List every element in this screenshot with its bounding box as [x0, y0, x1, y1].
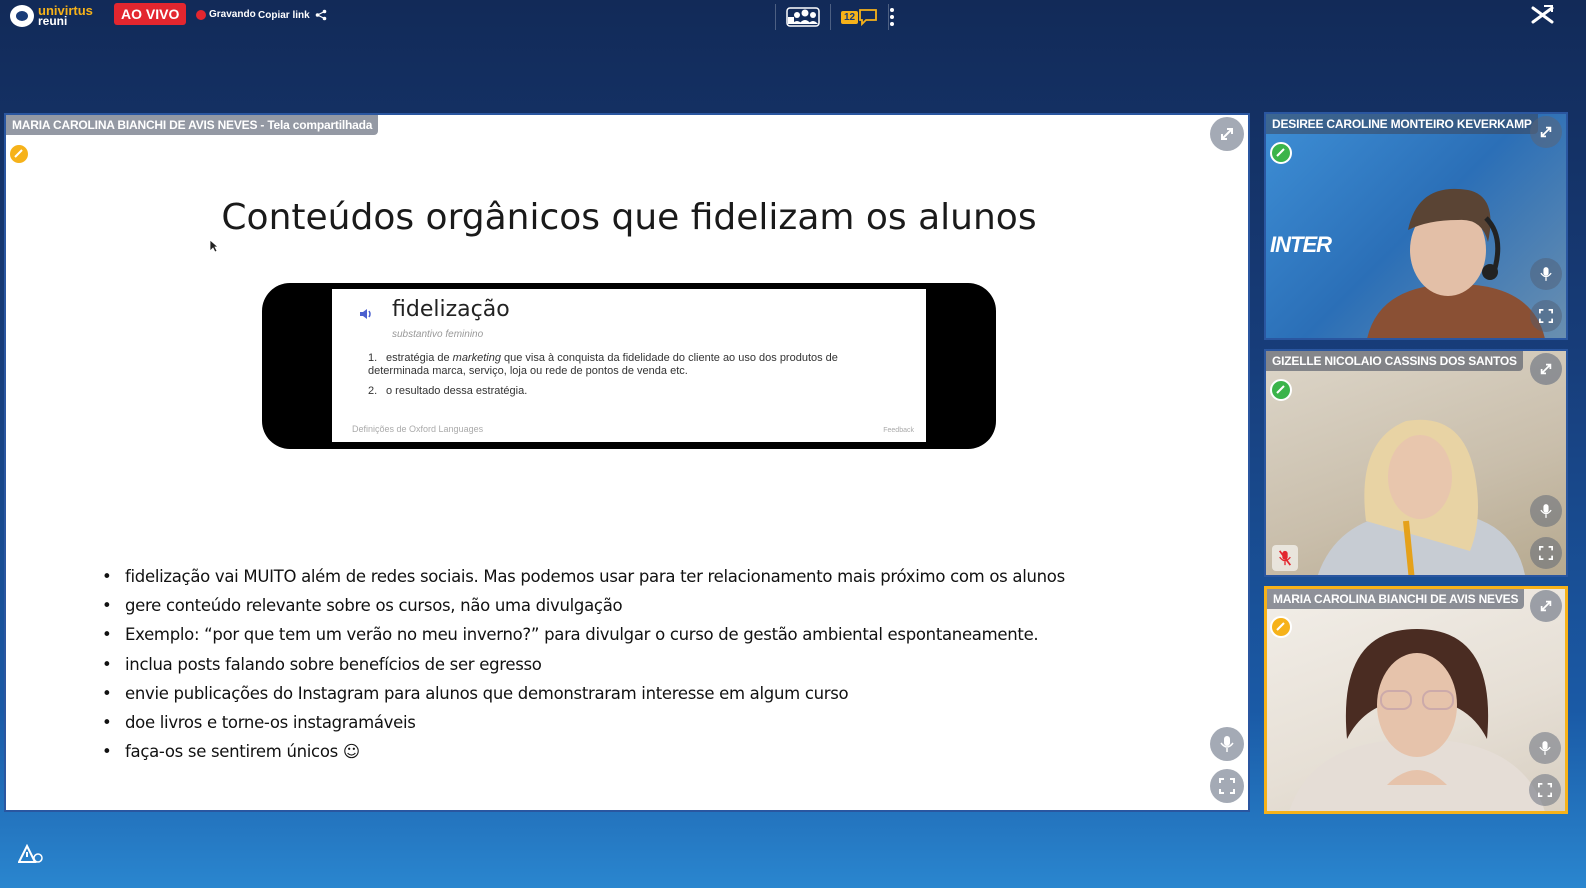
logo-chat-icon	[10, 5, 34, 27]
shared-screen-label: MARIA CAROLINA BIANCHI DE AVIS NEVES - T…	[6, 115, 379, 135]
copy-link-button[interactable]: Copiar link	[258, 9, 327, 21]
app-logo: univirtus reuni	[10, 4, 93, 28]
more-options-icon[interactable]	[890, 8, 894, 26]
leave-call-icon	[1531, 5, 1554, 24]
connection-warning-button[interactable]	[17, 843, 44, 869]
participant-tile-desiree[interactable]: INTER DESIREE CAROLINE MONTEIRO KEVERKAM…	[1264, 112, 1568, 340]
presenter-status-icon	[8, 143, 30, 165]
expand-button[interactable]	[1210, 117, 1244, 151]
fullscreen-icon	[1219, 778, 1235, 794]
participant-tile-gizelle[interactable]: GIZELLE NICOLAIO CASSINS DOS SANTOS	[1264, 349, 1568, 577]
expand-icon	[1540, 126, 1552, 138]
dictionary-feedback: Feedback	[883, 427, 914, 434]
dictionary-definition-2: 2. o resultado dessa estratégia.	[368, 385, 528, 397]
list-item: gere conteúdo relevante sobre os cursos,…	[102, 596, 1065, 625]
expand-button[interactable]	[1530, 116, 1562, 148]
expand-button[interactable]	[1530, 590, 1562, 622]
list-item: faça-os se sentirem únicos ☺	[102, 742, 1065, 771]
speaker-icon	[360, 309, 371, 319]
microphone-icon	[1539, 741, 1551, 755]
list-item: inclua posts falando sobre benefícios de…	[102, 655, 1065, 684]
participant-name: DESIREE CAROLINE MONTEIRO KEVERKAMP	[1266, 114, 1538, 134]
fullscreen-icon	[1539, 309, 1553, 323]
expand-icon	[1540, 363, 1552, 375]
expand-icon	[1540, 600, 1552, 612]
chat-count-badge: 12	[841, 10, 859, 24]
online-status-icon	[1270, 379, 1292, 401]
list-item: fidelização vai MUITO além de redes soci…	[102, 567, 1065, 596]
expand-icon	[1221, 128, 1233, 140]
slide-bullet-list: fidelização vai MUITO além de redes soci…	[102, 567, 1065, 771]
dictionary-word-type: substantivo feminino	[392, 329, 484, 340]
participant-name: GIZELLE NICOLAIO CASSINS DOS SANTOS	[1266, 351, 1523, 371]
participants-button[interactable]	[775, 4, 831, 30]
mic-button[interactable]	[1210, 727, 1244, 761]
list-item: envie publicações do Instagram para alun…	[102, 684, 1065, 713]
mic-button[interactable]	[1530, 495, 1562, 527]
fullscreen-icon	[1538, 783, 1552, 797]
dictionary-card: fidelização substantivo feminino 1. estra…	[332, 289, 926, 442]
microphone-icon	[1540, 504, 1552, 518]
recording-dot-icon	[196, 9, 206, 20]
microphone-icon	[1220, 736, 1234, 752]
warning-icon	[17, 843, 43, 863]
participants-icon	[786, 7, 820, 27]
participant-video-image	[1318, 419, 1525, 575]
recording-indicator: Gravando	[196, 9, 256, 20]
fullscreen-button[interactable]	[1529, 774, 1561, 806]
logo-text-reuni: reuni	[38, 14, 68, 28]
participant-name: MARIA CAROLINA BIANCHI DE AVIS NEVES	[1267, 589, 1525, 609]
muted-mic-icon	[1272, 545, 1298, 571]
shared-screen-tile: MARIA CAROLINA BIANCHI DE AVIS NEVES - T…	[4, 113, 1250, 812]
fullscreen-button[interactable]	[1530, 300, 1562, 332]
recording-label: Gravando	[209, 9, 256, 20]
mic-button[interactable]	[1530, 258, 1562, 290]
dictionary-source: Definições de Oxford Languages	[352, 424, 484, 434]
list-item: doe livros e torne-os instagramáveis	[102, 713, 1065, 742]
dictionary-definition-1: 1. estratégia de marketing que visa à con…	[368, 352, 838, 377]
expand-button[interactable]	[1530, 353, 1562, 385]
list-item: Exemplo: “por que tem um verão no meu in…	[102, 625, 1065, 654]
phone-screenshot-image: fidelização substantivo feminino 1. estra…	[262, 283, 996, 449]
chat-icon	[859, 9, 878, 26]
dictionary-word: fidelização	[392, 297, 510, 322]
fullscreen-button[interactable]	[1210, 769, 1244, 803]
live-badge: AO VIVO	[114, 3, 187, 25]
share-icon	[315, 9, 326, 21]
mic-button[interactable]	[1529, 732, 1561, 764]
mouse-cursor-icon	[209, 239, 219, 253]
presenter-status-icon	[1270, 616, 1292, 638]
copy-link-label: Copiar link	[258, 9, 310, 21]
participant-video-image	[1289, 629, 1545, 811]
fullscreen-icon	[1539, 546, 1553, 560]
slide-title: Conteúdos orgânicos que fidelizam os alu…	[221, 197, 1037, 238]
inter-logo: INTER	[1270, 232, 1332, 257]
exit-button[interactable]	[1530, 4, 1556, 31]
microphone-icon	[1540, 267, 1552, 281]
chat-button[interactable]: 12	[831, 4, 890, 30]
top-bar: univirtus reuni AO VIVO Gravando Copiar …	[0, 0, 1586, 34]
online-status-icon	[1270, 142, 1292, 164]
fullscreen-button[interactable]	[1530, 537, 1562, 569]
participant-tile-maria-carolina[interactable]: MARIA CAROLINA BIANCHI DE AVIS NEVES	[1264, 586, 1568, 814]
